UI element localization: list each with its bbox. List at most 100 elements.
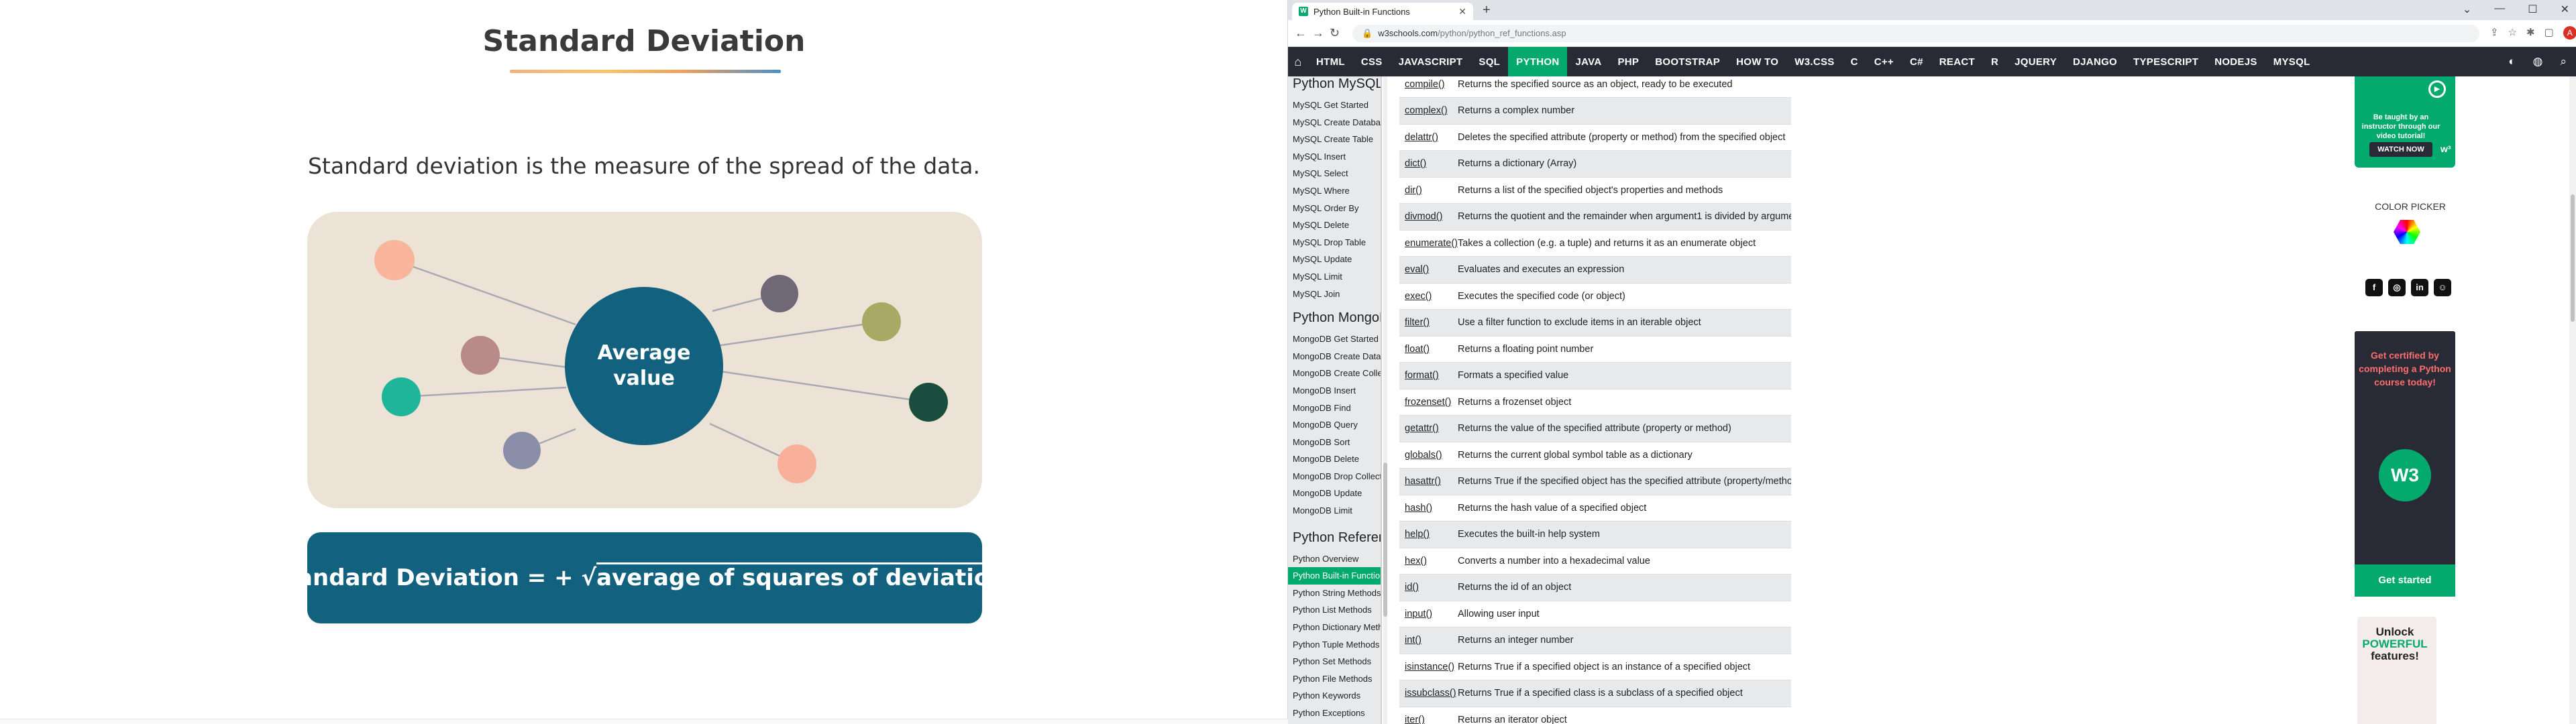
nav-php[interactable]: PHP (1609, 47, 1647, 76)
certification-promo[interactable]: Get certified by completing a Python cou… (2355, 331, 2455, 597)
sidebar-item[interactable]: MongoDB Insert (1288, 382, 1381, 400)
function-link[interactable]: int() (1399, 627, 1458, 654)
get-started-button[interactable]: Get started (2355, 564, 2455, 597)
sidebar-item[interactable]: MongoDB Update (1288, 485, 1381, 502)
function-link[interactable]: getattr() (1399, 415, 1458, 442)
sidebar-item[interactable]: MongoDB Delete (1288, 450, 1381, 468)
dark-mode-icon[interactable]: ◐ (2508, 55, 2515, 68)
instagram-icon[interactable]: ◎ (2388, 279, 2406, 296)
function-link[interactable]: hex() (1399, 548, 1458, 575)
sidebar-item[interactable]: Python Set Methods (1288, 653, 1381, 670)
function-link[interactable]: compile() (1399, 76, 1458, 98)
nav-c[interactable]: C# (1902, 47, 1931, 76)
function-link[interactable]: hash() (1399, 495, 1458, 522)
sidebar-item[interactable]: MongoDB Limit (1288, 502, 1381, 520)
function-link[interactable]: enumerate() (1399, 230, 1458, 257)
sidebar-item[interactable]: MySQL Where (1288, 182, 1381, 200)
function-link[interactable]: delattr() (1399, 124, 1458, 151)
nav-typescript[interactable]: TYPESCRIPT (2125, 47, 2206, 76)
sidebar-item[interactable]: MongoDB Query (1288, 416, 1381, 434)
sidebar-item[interactable]: MongoDB Get Started (1288, 330, 1381, 348)
watch-now-button[interactable]: WATCH NOW (2369, 142, 2432, 157)
function-link[interactable]: hasattr() (1399, 468, 1458, 495)
close-window-icon[interactable]: ✕ (2561, 3, 2569, 16)
globe-icon[interactable]: ◍ (2533, 55, 2543, 68)
browser-tab[interactable]: W Python Built-in Functions ✕ (1292, 3, 1473, 20)
chevron-down-icon[interactable]: ⌄ (2463, 3, 2471, 16)
facebook-icon[interactable]: f (2365, 279, 2383, 296)
nav-python[interactable]: PYTHON (1508, 47, 1568, 76)
function-link[interactable]: isinstance() (1399, 654, 1458, 680)
nav-nodejs[interactable]: NODEJS (2206, 47, 2265, 76)
function-link[interactable]: help() (1399, 521, 1458, 548)
discord-icon[interactable]: ☺ (2434, 279, 2451, 296)
video-tutorial-promo[interactable]: ▶ Be taught by an instructor through our… (2355, 76, 2455, 168)
forward-icon[interactable]: → (1312, 26, 1324, 40)
nav-jquery[interactable]: JQUERY (2006, 47, 2065, 76)
unlock-features-promo[interactable]: Unlock POWERFUL features! (2357, 617, 2436, 724)
profile-avatar[interactable]: A (2563, 26, 2576, 40)
nav-sql[interactable]: SQL (1470, 47, 1508, 76)
function-link[interactable]: exec() (1399, 283, 1458, 310)
sidebar-item[interactable]: Python Dictionary Methods (1288, 619, 1381, 636)
maximize-icon[interactable]: ☐ (2528, 3, 2537, 16)
sidebar-item[interactable]: MySQL Update (1288, 251, 1381, 268)
sidebar-item[interactable]: MySQL Order By (1288, 200, 1381, 217)
function-link[interactable]: input() (1399, 601, 1458, 627)
sidebar-item[interactable]: MySQL Drop Table (1288, 234, 1381, 251)
search-icon[interactable]: ⌕ (2560, 55, 2567, 68)
play-icon[interactable]: ▶ (2428, 80, 2446, 98)
new-tab-icon[interactable]: + (1483, 3, 1491, 18)
sidebar-item[interactable]: MongoDB Create Collection (1288, 365, 1381, 382)
function-link[interactable]: iter() (1399, 707, 1458, 724)
nav-c[interactable]: C++ (1866, 47, 1902, 76)
sidebar-item[interactable]: MySQL Create Table (1288, 131, 1381, 148)
function-link[interactable]: filter() (1399, 309, 1458, 337)
nav-how-to[interactable]: HOW TO (1728, 47, 1786, 76)
sidebar-item[interactable]: MySQL Insert (1288, 148, 1381, 166)
nav-css[interactable]: CSS (1353, 47, 1391, 76)
sidebar-item[interactable]: MongoDB Find (1288, 400, 1381, 417)
sidebar-item[interactable]: Python List Methods (1288, 601, 1381, 619)
function-link[interactable]: id() (1399, 574, 1458, 601)
sidebar-item[interactable]: MySQL Create Database (1288, 114, 1381, 131)
function-link[interactable]: float() (1399, 336, 1458, 363)
nav-r[interactable]: R (1983, 47, 2006, 76)
sidebar-item[interactable]: Python Tuple Methods (1288, 636, 1381, 654)
sidebar-item[interactable]: MySQL Limit (1288, 268, 1381, 286)
page-scrollbar-thumb[interactable] (2571, 194, 2575, 322)
function-link[interactable]: format() (1399, 362, 1458, 389)
sidebar-item[interactable]: Python Built-in Functions (1288, 567, 1381, 585)
back-icon[interactable]: ← (1295, 26, 1307, 40)
function-link[interactable]: dict() (1399, 150, 1458, 178)
star-icon[interactable]: ☆ (2508, 26, 2517, 40)
reload-icon[interactable]: ↻ (1330, 26, 1340, 40)
extensions-icon[interactable]: ✱ (2526, 26, 2535, 40)
color-wheel-icon[interactable] (2394, 220, 2420, 244)
sidebar-item[interactable]: MySQL Join (1288, 286, 1381, 303)
nav-java[interactable]: JAVA (1567, 47, 1609, 76)
nav-bootstrap[interactable]: BOOTSTRAP (1647, 47, 1728, 76)
function-link[interactable]: divmod() (1399, 203, 1458, 231)
sidebar-item[interactable]: Python String Methods (1288, 585, 1381, 602)
linkedin-icon[interactable]: in (2411, 279, 2428, 296)
sidebar-item[interactable]: Python Keywords (1288, 687, 1381, 705)
nav-mysql[interactable]: MYSQL (2265, 47, 2318, 76)
nav-c[interactable]: C (1843, 47, 1866, 76)
minimize-icon[interactable]: — (2494, 3, 2505, 16)
function-link[interactable]: frozenset() (1399, 389, 1458, 416)
nav-html[interactable]: HTML (1308, 47, 1353, 76)
close-tab-icon[interactable]: ✕ (1458, 6, 1466, 17)
sidebar-scrollbar-thumb[interactable] (1383, 463, 1387, 617)
sidebar-item[interactable]: MongoDB Sort (1288, 434, 1381, 451)
function-link[interactable]: complex() (1399, 97, 1458, 125)
url-field[interactable]: 🔒 w3schools.com/python/python_ref_functio… (1352, 25, 2479, 42)
sidebar-item[interactable]: MySQL Select (1288, 165, 1381, 182)
sidebar-icon[interactable]: ▢ (2544, 26, 2554, 40)
function-link[interactable]: globals() (1399, 442, 1458, 469)
sidebar-item[interactable]: Python Overview (1288, 550, 1381, 568)
function-link[interactable]: dir() (1399, 177, 1458, 204)
sidebar-item[interactable]: MongoDB Create Database (1288, 348, 1381, 365)
nav-django[interactable]: DJANGO (2065, 47, 2125, 76)
nav-react[interactable]: REACT (1931, 47, 1983, 76)
